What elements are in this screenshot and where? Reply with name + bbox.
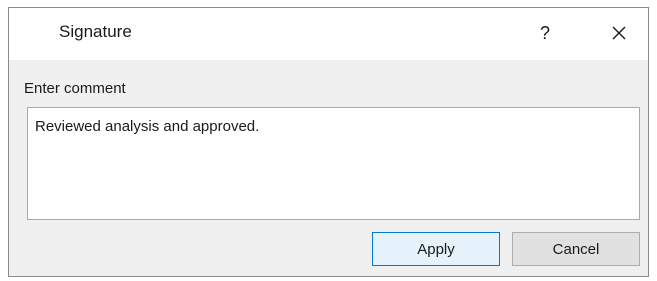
close-icon	[611, 25, 627, 41]
apply-button[interactable]: Apply	[372, 232, 500, 266]
dialog-title: Signature	[59, 22, 132, 41]
background-strip	[0, 0, 657, 7]
cancel-button[interactable]: Cancel	[512, 232, 640, 266]
signature-dialog: Signature ? Enter comment Reviewed analy…	[8, 7, 649, 277]
close-button[interactable]	[601, 16, 637, 50]
dialog-titlebar[interactable]: Signature ?	[9, 8, 648, 60]
page: Signature ? Enter comment Reviewed analy…	[0, 0, 657, 281]
comment-textarea[interactable]: Reviewed analysis and approved.	[27, 107, 640, 220]
comment-label: Enter comment	[24, 80, 126, 97]
help-button[interactable]: ?	[527, 16, 563, 50]
